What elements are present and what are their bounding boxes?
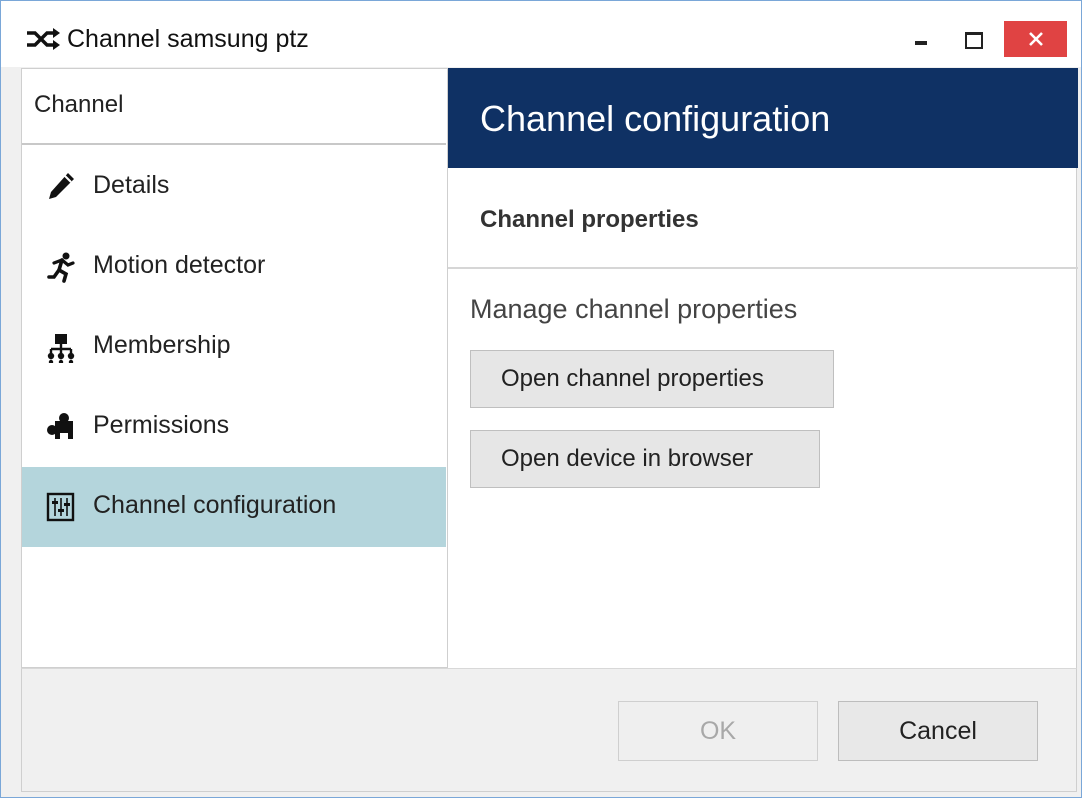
main-header: Channel configuration	[448, 68, 1078, 168]
running-person-icon	[47, 252, 75, 283]
sidebar: Channel Details Motion detector Membersh…	[21, 68, 447, 668]
open-device-in-browser-button[interactable]: Open device in browser	[470, 430, 820, 488]
open-channel-properties-button[interactable]: Open channel properties	[470, 350, 834, 408]
sidebar-item-channel-configuration[interactable]: Channel configuration	[22, 467, 446, 547]
hierarchy-icon	[47, 334, 75, 363]
puzzle-icon	[47, 413, 73, 439]
dialog-footer: OK Cancel	[21, 668, 1077, 792]
section-description: Manage channel properties	[470, 294, 798, 324]
cancel-button[interactable]: Cancel	[838, 701, 1038, 761]
dialog-window: Channel samsung ptz Channel Details Moti…	[0, 0, 1082, 798]
sidebar-header-label: Channel	[34, 91, 124, 118]
close-x-glyph	[1028, 32, 1043, 46]
sidebar-item-membership[interactable]: Membership	[22, 307, 446, 387]
sidebar-item-label: Permissions	[93, 411, 230, 439]
sidebar-item-permissions[interactable]: Permissions	[22, 387, 446, 467]
sidebar-item-label: Details	[93, 171, 170, 199]
sidebar-item-details[interactable]: Details	[22, 147, 446, 227]
shuffle-icon	[27, 28, 60, 50]
section-title: Channel properties	[480, 206, 699, 233]
section-divider	[448, 267, 1078, 269]
page-title: Channel configuration	[480, 98, 831, 139]
sidebar-item-label: Channel configuration	[93, 491, 337, 519]
main-panel: Channel configuration Channel properties…	[447, 68, 1078, 668]
sidebar-item-motion-detector[interactable]: Motion detector	[22, 227, 446, 307]
pencil-icon	[49, 173, 74, 199]
sliders-icon	[46, 492, 75, 522]
ok-button[interactable]: OK	[618, 701, 818, 761]
title-bar: Channel samsung ptz	[1, 1, 1081, 67]
sidebar-item-label: Membership	[93, 331, 231, 359]
close-icon[interactable]	[1004, 21, 1067, 57]
sidebar-header: Channel	[22, 69, 446, 145]
sidebar-item-label: Motion detector	[93, 251, 266, 279]
window-title: Channel samsung ptz	[67, 25, 309, 53]
minimize-icon[interactable]	[901, 21, 941, 59]
maximize-icon[interactable]	[953, 21, 993, 59]
